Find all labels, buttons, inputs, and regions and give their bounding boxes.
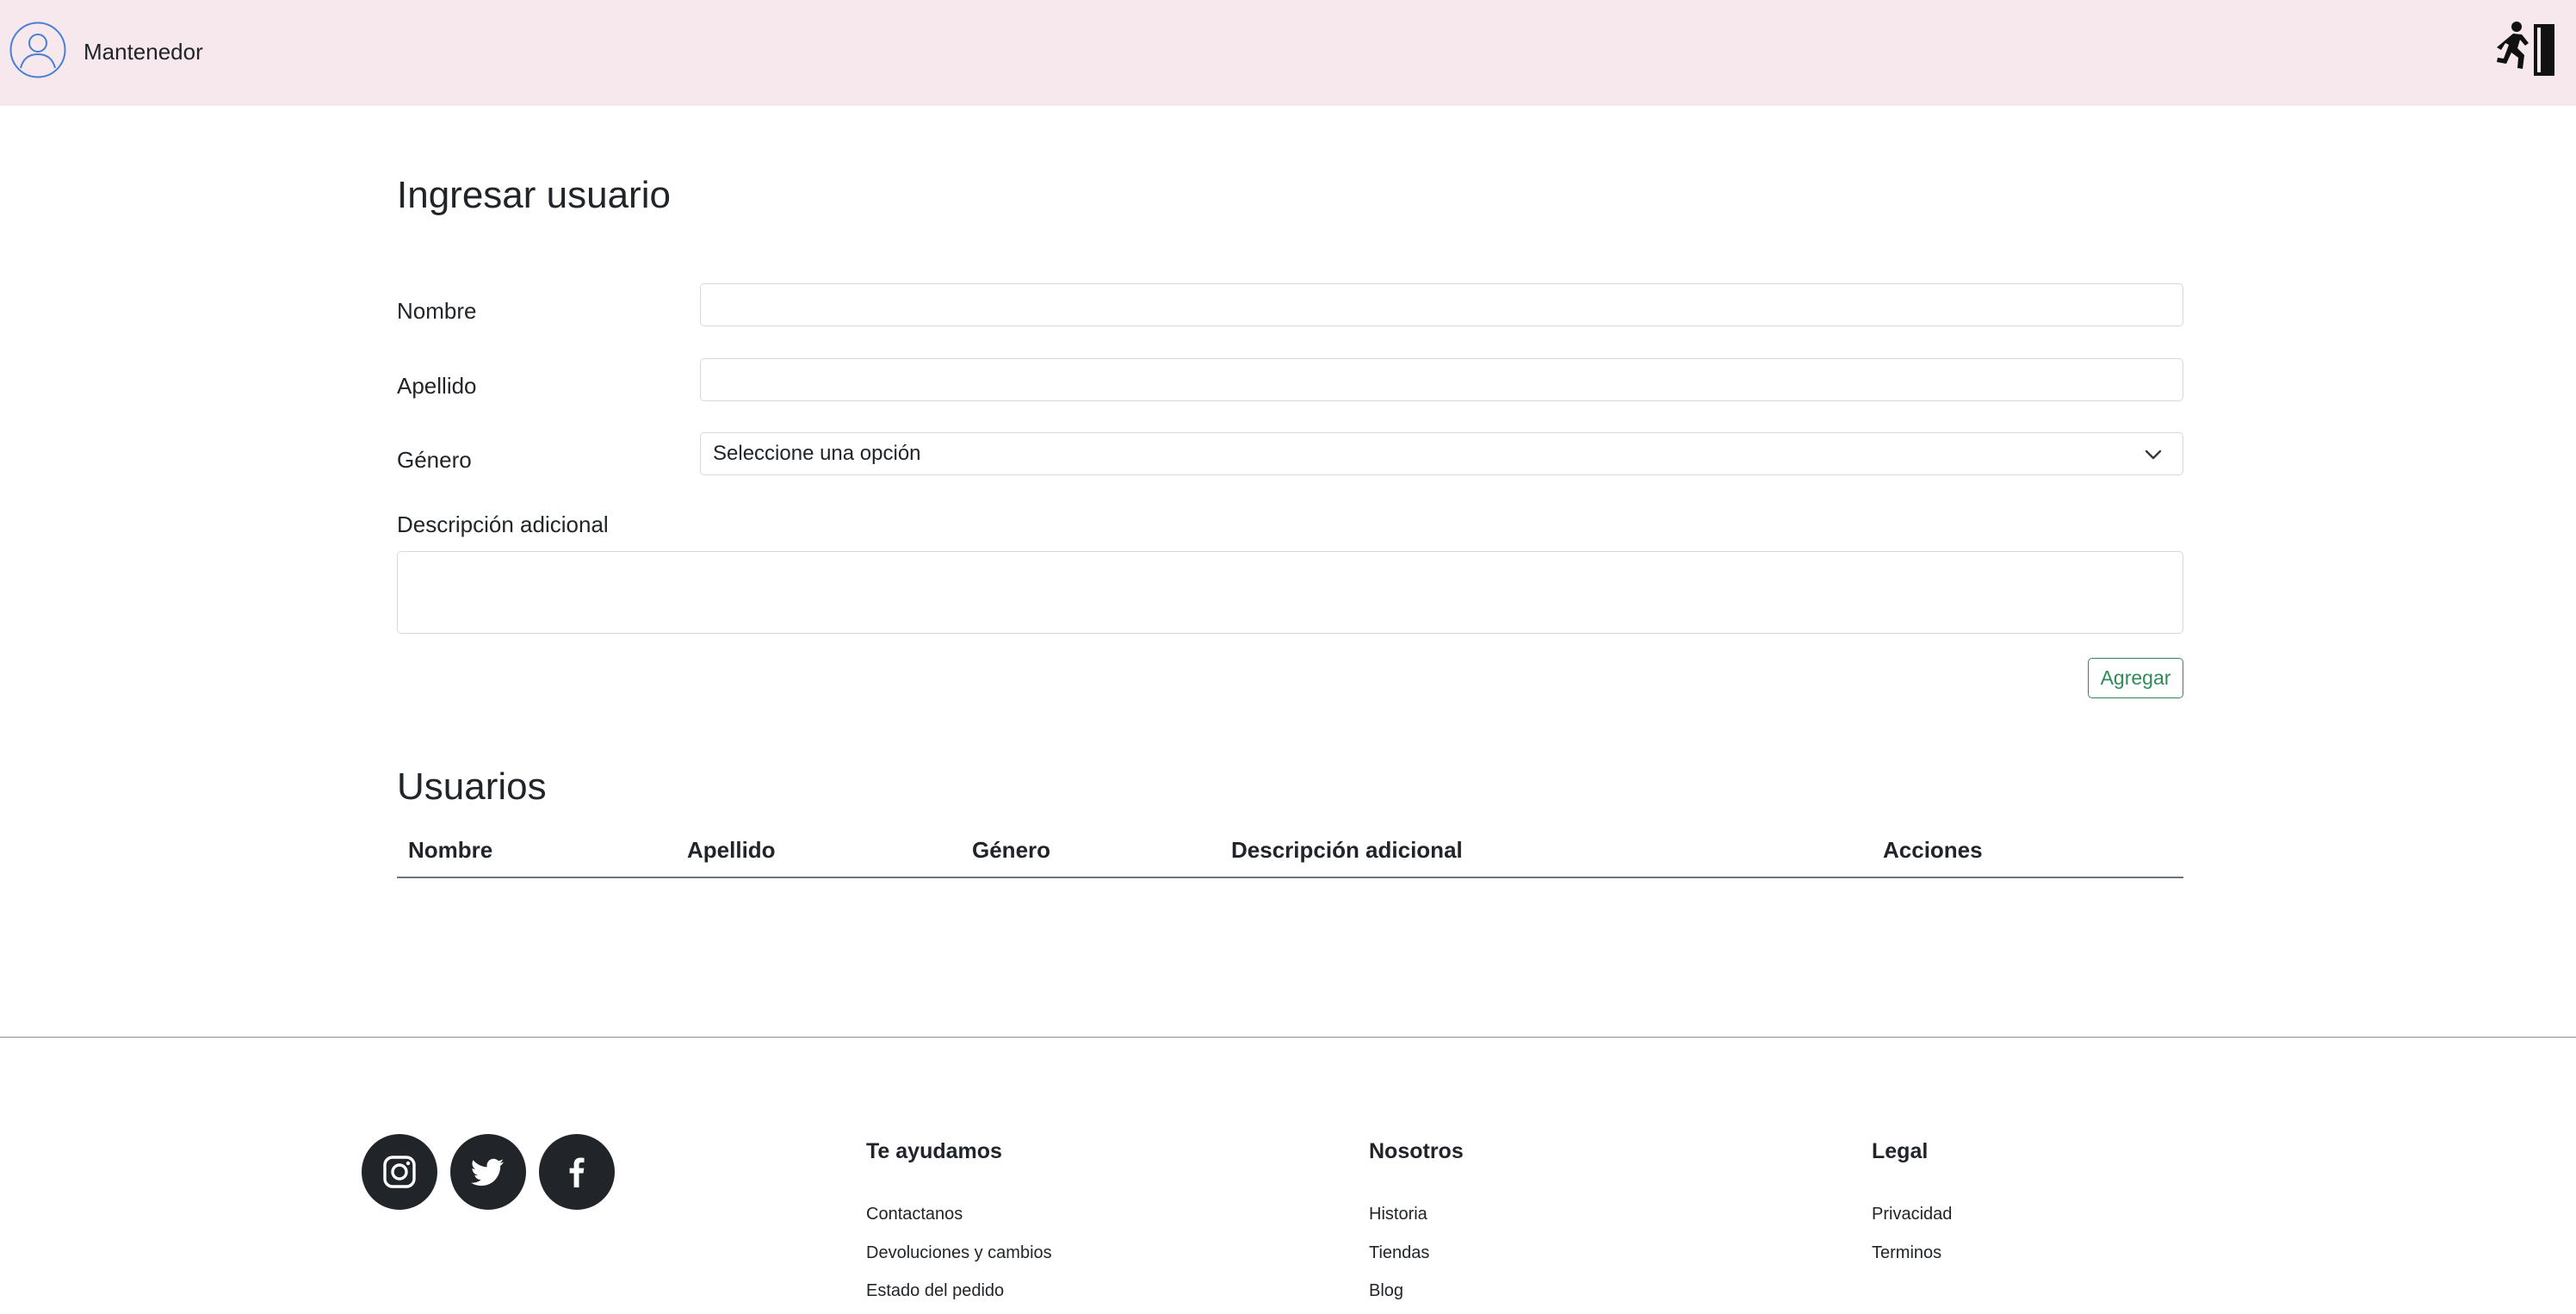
footer-link-estado-pedido[interactable]: Estado del pedido xyxy=(866,1280,1004,1302)
top-navbar: Mantenedor xyxy=(0,0,2576,106)
table-header-descripcion: Descripción adicional xyxy=(1231,837,1463,863)
logout-exit-icon[interactable] xyxy=(2491,19,2556,79)
genero-label: Género xyxy=(397,447,472,473)
facebook-icon xyxy=(569,1157,585,1187)
apellido-label: Apellido xyxy=(397,373,477,399)
instagram-button[interactable] xyxy=(362,1134,437,1210)
footer-link-devoluciones[interactable]: Devoluciones y cambios xyxy=(866,1242,1052,1264)
table-header-acciones: Acciones xyxy=(1883,837,1983,863)
chevron-down-icon xyxy=(2145,449,2162,460)
page-title: Ingresar usuario xyxy=(397,174,671,216)
footer-link-contactanos[interactable]: Contactanos xyxy=(866,1203,963,1225)
footer-link-terminos[interactable]: Terminos xyxy=(1872,1242,1941,1264)
users-section-title: Usuarios xyxy=(397,765,547,808)
footer-title-nosotros: Nosotros xyxy=(1369,1139,1464,1163)
table-header-nombre: Nombre xyxy=(408,837,493,863)
footer-divider xyxy=(0,1037,2576,1038)
footer-link-privacidad[interactable]: Privacidad xyxy=(1872,1203,1952,1225)
apellido-input[interactable] xyxy=(700,358,2183,401)
descripcion-label: Descripción adicional xyxy=(397,511,609,537)
genero-select[interactable]: Seleccione una opción xyxy=(700,432,2183,475)
footer-title-te-ayudamos: Te ayudamos xyxy=(866,1139,1002,1163)
twitter-button[interactable] xyxy=(450,1134,526,1210)
footer-link-tiendas[interactable]: Tiendas xyxy=(1369,1242,1429,1264)
footer-link-historia[interactable]: Historia xyxy=(1369,1203,1427,1225)
table-header-apellido: Apellido xyxy=(687,837,776,863)
genero-select-value: Seleccione una opción xyxy=(713,442,921,465)
nombre-input[interactable] xyxy=(700,283,2183,326)
agregar-button[interactable]: Agregar xyxy=(2088,658,2183,698)
table-header-divider xyxy=(397,877,2183,878)
footer-title-legal: Legal xyxy=(1872,1139,1929,1163)
brand-title[interactable]: Mantenedor xyxy=(84,37,203,66)
descripcion-textarea[interactable] xyxy=(397,551,2183,634)
user-avatar-icon[interactable] xyxy=(9,22,66,78)
table-header-genero: Género xyxy=(972,837,1051,863)
twitter-icon xyxy=(471,1158,504,1186)
footer-link-blog[interactable]: Blog xyxy=(1369,1280,1403,1302)
instagram-icon xyxy=(383,1156,416,1188)
facebook-button[interactable] xyxy=(539,1134,615,1210)
nombre-label: Nombre xyxy=(397,298,477,324)
